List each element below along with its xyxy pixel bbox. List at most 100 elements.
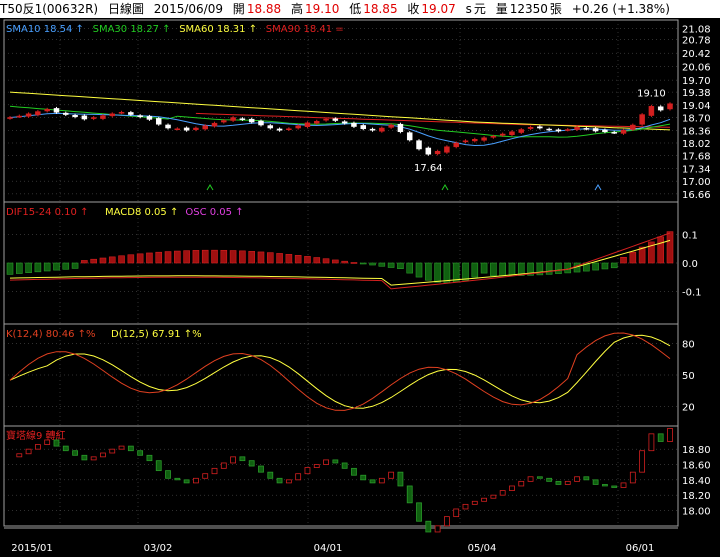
tower-bar	[285, 479, 292, 484]
candle-body	[53, 108, 60, 113]
osc-bar	[471, 262, 479, 278]
sma30-line	[9, 105, 671, 138]
tower-bar	[648, 433, 655, 452]
candle-body	[81, 115, 88, 120]
tower-bar	[276, 477, 283, 484]
breakout-legend-item: 寶塔線9 轉紅	[6, 429, 66, 442]
tower-bar	[295, 473, 302, 481]
candle-body	[341, 121, 348, 124]
tower-bar	[100, 452, 106, 458]
osc-bar	[294, 255, 302, 264]
price-tick-label: 17.00	[682, 177, 711, 188]
breakout-tick-label: 18.80	[682, 445, 711, 456]
price-tick-label: 20.78	[682, 36, 711, 47]
candle-body	[44, 109, 50, 112]
tower-bar	[471, 500, 478, 505]
osc-bar	[545, 262, 553, 275]
tower-bar	[444, 516, 450, 527]
tower-bar	[564, 480, 571, 485]
d-line	[9, 334, 671, 409]
osc-bar	[276, 253, 283, 264]
osc-bar	[332, 259, 339, 264]
osc-bar	[6, 262, 14, 275]
osc-bar	[415, 262, 423, 278]
tower-bar	[267, 471, 274, 479]
tower-bar	[406, 485, 413, 504]
candle-body	[657, 106, 664, 111]
candle-body	[16, 115, 23, 118]
change-value: +0.26 (+1.38%)	[571, 2, 670, 16]
osc-bar	[62, 262, 70, 270]
tower-bar	[230, 456, 236, 464]
chart-area: 21.0820.78 20.42 20.06 19.7019.38 19.04 18.70…	[3, 19, 711, 554]
candle-body	[537, 126, 543, 129]
candle-body	[555, 129, 562, 132]
osc-bar	[629, 251, 637, 264]
candle-body	[583, 128, 590, 130]
osc-bar	[174, 250, 181, 264]
tower-bar	[360, 474, 367, 481]
volume-unit: 張	[549, 2, 562, 16]
tower-bar	[462, 503, 469, 510]
candle-body	[155, 118, 162, 125]
x-axis-label: 06/01	[626, 543, 655, 554]
candle-body	[472, 139, 478, 142]
close-label: 收	[407, 2, 420, 16]
tower-bar	[388, 471, 395, 479]
tower-bar	[248, 460, 255, 467]
signal-marker	[594, 184, 602, 191]
candle-body	[72, 114, 78, 118]
tower-bar	[546, 477, 553, 482]
candle-body	[509, 131, 515, 135]
unit-yuan: 元	[473, 2, 486, 16]
price-tick-label: 17.68	[682, 152, 711, 163]
osc-bar	[164, 251, 172, 264]
candle-body	[221, 120, 227, 123]
macd-legend-item: OSC 0.05 ↑	[185, 207, 243, 218]
tower-bar	[667, 428, 673, 442]
candle-body	[100, 115, 106, 119]
price-tick-label: 18.36	[682, 126, 711, 137]
osc-bar	[666, 231, 674, 264]
tower-bar	[193, 477, 199, 484]
candle-body	[211, 122, 218, 127]
high-value: 19.10	[305, 2, 340, 16]
candle-body	[499, 133, 506, 136]
price-panel	[3, 19, 679, 203]
tower-bar	[602, 484, 608, 487]
tower-bar	[165, 470, 171, 479]
tower-bar	[34, 444, 41, 450]
sma90-line	[195, 112, 671, 128]
k-line	[9, 332, 671, 411]
price-annotation: 19.10	[637, 89, 666, 100]
tower-bar	[425, 520, 432, 533]
candle-body	[63, 112, 69, 115]
x-axis-label: 04/01	[314, 543, 343, 554]
tower-bar	[25, 448, 32, 455]
price-annotation: 17.64	[414, 163, 443, 174]
macd-legend-item: DIF15-24 0.10 ↑	[6, 207, 88, 218]
tower-bar	[583, 476, 590, 481]
osc-bar	[118, 255, 125, 264]
price-legend-item: SMA10 18.54 ↑	[6, 24, 84, 35]
breakout-tick-label: 18.20	[682, 491, 711, 502]
osc-bar	[99, 257, 107, 264]
osc-bar	[322, 258, 330, 264]
candle-body	[90, 117, 97, 119]
osc-bar	[201, 249, 209, 264]
candle-body	[239, 118, 246, 120]
tower-bar	[592, 479, 599, 485]
x-axis-label: 05/04	[468, 543, 497, 554]
candle-body	[304, 122, 311, 127]
osc-bar	[657, 236, 665, 264]
osc-bar	[192, 250, 200, 264]
tower-bar	[323, 459, 329, 465]
candle-body	[611, 132, 617, 134]
candle-body	[397, 123, 404, 133]
osc-bar	[508, 262, 516, 277]
candle-body	[332, 118, 339, 121]
candle-body	[295, 125, 301, 129]
osc-bar	[34, 262, 42, 273]
price-tick-label: 19.04	[682, 101, 711, 112]
tower-bar	[416, 502, 422, 522]
